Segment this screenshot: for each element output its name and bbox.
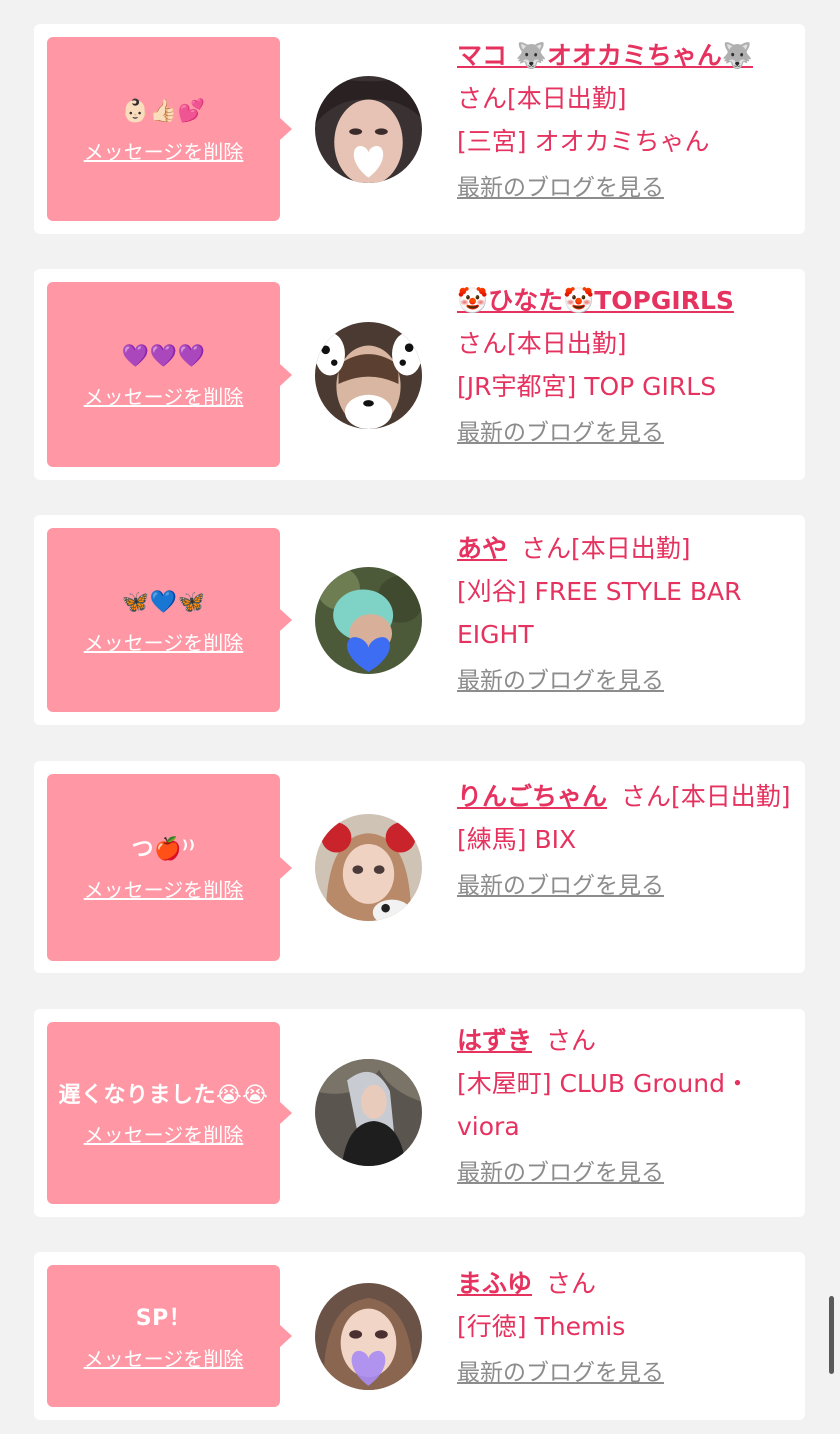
avatar[interactable] [315, 76, 422, 183]
view-blog-link[interactable]: 最新のブログを見る [457, 171, 793, 205]
view-blog-link[interactable]: 最新のブログを見る [457, 1356, 793, 1390]
cast-name-link[interactable]: 🤡ひなた🤡TOPGIRLS [457, 286, 734, 315]
avatar[interactable] [315, 567, 422, 674]
message-card: 💜💜💜 メッセージを削除 🤡ひなた🤡TOPGIRLS さん[本日出勤] [JR宇… [34, 269, 805, 480]
cast-info: あや さん[本日出勤] [刈谷] FREE STYLE BAR EIGHT 最新の… [457, 527, 793, 698]
view-blog-link[interactable]: 最新のブログを見る [457, 1156, 793, 1190]
delete-message-link[interactable]: メッセージを削除 [84, 627, 244, 656]
san-label: さん [521, 534, 572, 563]
message-card: つ🍎⁾⁾ メッセージを削除 りんごちゃん さん[本日出勤] [練馬] BIX 最新… [34, 761, 805, 973]
message-text: 👶🏻👍🏻💕 [121, 98, 206, 124]
delete-message-link[interactable]: メッセージを削除 [84, 136, 244, 165]
cast-name-link[interactable]: マコ 🐺オオカミちゃん🐺 [457, 41, 753, 70]
san-label: さん [546, 1026, 597, 1055]
message-bubble: 💜💜💜 メッセージを削除 [47, 282, 292, 467]
avatar[interactable] [315, 1059, 422, 1166]
delete-message-link[interactable]: メッセージを削除 [84, 381, 244, 410]
avatar[interactable] [315, 814, 422, 921]
message-card: 🦋💙🦋 メッセージを削除 あや さん[本日出勤] [刈谷] FREE STYLE … [34, 515, 805, 725]
today-badge: [本日出勤] [507, 84, 627, 113]
shop-label: [行徳] Themis [457, 1312, 626, 1341]
dalmatian-filter-photo-icon [315, 322, 422, 429]
delete-message-link[interactable]: メッセージを削除 [84, 874, 244, 903]
delete-message-link[interactable]: メッセージを削除 [84, 1343, 244, 1372]
red-ribbon-photo-icon [315, 814, 422, 921]
san-label: さん [621, 782, 672, 811]
message-card: 👶🏻👍🏻💕 メッセージを削除 マコ 🐺オオカミちゃん🐺 さん[本日出勤] [三宮… [34, 24, 805, 234]
cast-info: 🤡ひなた🤡TOPGIRLS さん[本日出勤] [JR宇都宮] TOP GIRLS… [457, 279, 793, 450]
purple-heart-photo-icon [315, 1283, 422, 1390]
cast-name-link[interactable]: りんごちゃん [457, 782, 607, 811]
message-text: つ🍎⁾⁾ [131, 837, 196, 862]
shop-label: [木屋町] CLUB Ground・viora [457, 1069, 750, 1141]
avatar[interactable] [315, 322, 422, 429]
cast-info: はずき さん [木屋町] CLUB Ground・viora 最新のブログを見る [457, 1019, 793, 1190]
san-label: さん [457, 329, 508, 358]
avatar[interactable] [315, 1283, 422, 1390]
today-badge: [本日出勤] [671, 782, 791, 811]
shop-label: [練馬] BIX [457, 825, 577, 854]
message-bubble: 👶🏻👍🏻💕 メッセージを削除 [47, 37, 292, 221]
message-card: SP！ メッセージを削除 まふゆ さん [行徳] Themis 最新のブログを見る [34, 1252, 805, 1420]
cast-info: りんごちゃん さん[本日出勤] [練馬] BIX 最新のブログを見る [457, 775, 793, 903]
view-blog-link[interactable]: 最新のブログを見る [457, 869, 793, 903]
message-text: SP！ [135, 1305, 192, 1331]
san-label: さん [457, 84, 508, 113]
cast-name-link[interactable]: まふゆ [457, 1269, 532, 1298]
today-badge: [本日出勤] [571, 534, 691, 563]
blue-heart-photo-icon [315, 567, 422, 674]
view-blog-link[interactable]: 最新のブログを見る [457, 416, 793, 450]
today-badge: [本日出勤] [507, 329, 627, 358]
cast-name-link[interactable]: はずき [457, 1026, 532, 1055]
shop-label: [三宮] オオカミちゃん [457, 127, 710, 156]
message-text: 遅くなりました😭😭 [58, 1082, 269, 1108]
message-bubble: つ🍎⁾⁾ メッセージを削除 [47, 774, 292, 961]
shop-label: [JR宇都宮] TOP GIRLS [457, 372, 717, 401]
scrollbar[interactable] [829, 1296, 834, 1374]
message-text: 💜💜💜 [121, 344, 206, 369]
message-card: 遅くなりました😭😭 メッセージを削除 はずき さん [木屋町] CLUB Grou… [34, 1009, 805, 1217]
message-bubble: 遅くなりました😭😭 メッセージを削除 [47, 1022, 292, 1204]
heart-sticker-photo-icon [315, 76, 422, 183]
silver-hair-photo-icon [315, 1059, 422, 1166]
cast-name-link[interactable]: あや [457, 534, 507, 563]
cast-info: マコ 🐺オオカミちゃん🐺 さん[本日出勤] [三宮] オオカミちゃん 最新のブロ… [457, 34, 793, 205]
message-bubble: SP！ メッセージを削除 [47, 1265, 292, 1407]
view-blog-link[interactable]: 最新のブログを見る [457, 664, 793, 698]
cast-info: まふゆ さん [行徳] Themis 最新のブログを見る [457, 1262, 793, 1390]
message-bubble: 🦋💙🦋 メッセージを削除 [47, 528, 292, 712]
message-text: 🦋💙🦋 [121, 589, 206, 615]
shop-label: [刈谷] FREE STYLE BAR EIGHT [457, 577, 742, 649]
delete-message-link[interactable]: メッセージを削除 [84, 1119, 244, 1148]
san-label: さん [546, 1269, 597, 1298]
